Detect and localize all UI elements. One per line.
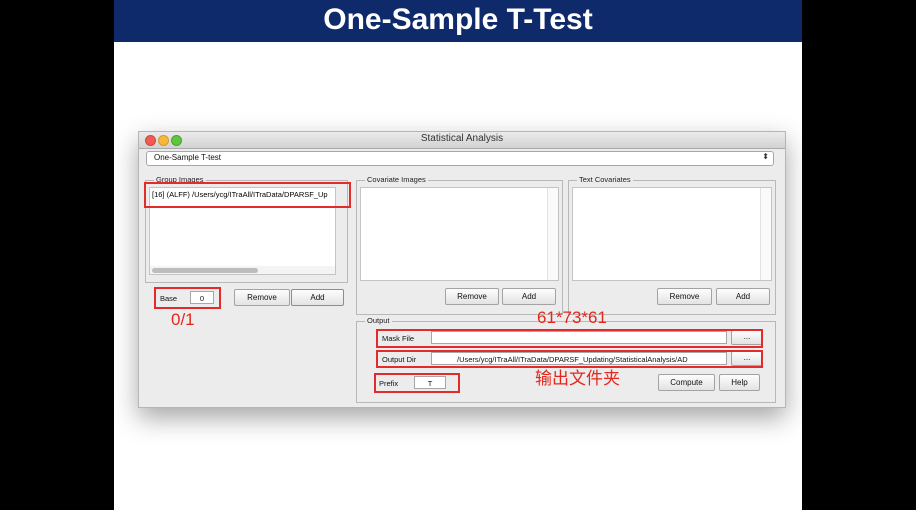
covariate-images-panel: Covariate Images Remove Add — [356, 175, 563, 315]
window-title: Statistical Analysis — [420, 133, 504, 144]
base-annotation: 0/1 — [171, 310, 195, 329]
compute-button[interactable]: Compute — [658, 374, 715, 391]
vertical-scrollbar[interactable] — [547, 188, 558, 280]
text-covariates-panel: Text Covariates Remove Add — [568, 175, 776, 315]
analysis-type-value: One-Sample T-test — [154, 153, 221, 162]
slide: One-Sample T-Test Statistical Analysis O… — [114, 0, 802, 510]
text-covariate-add-button[interactable]: Add — [716, 288, 770, 305]
covariate-add-button[interactable]: Add — [502, 288, 556, 305]
horizontal-scrollbar[interactable] — [150, 266, 335, 274]
prefix-highlight — [374, 373, 460, 393]
mask-annotation: 61*73*61 — [537, 308, 607, 327]
group-images-highlight — [144, 182, 351, 208]
group-add-button[interactable]: Add — [291, 289, 344, 306]
analysis-type-select[interactable]: One-Sample T-test ⬍ — [146, 151, 774, 166]
scrollbar-thumb[interactable] — [152, 268, 258, 273]
window-titlebar: Statistical Analysis — [139, 132, 785, 149]
text-covariates-list[interactable] — [572, 187, 772, 281]
text-covariates-label: Text Covariates — [577, 175, 633, 184]
help-button[interactable]: Help — [719, 374, 760, 391]
text-covariate-remove-button[interactable]: Remove — [657, 288, 712, 305]
vertical-scrollbar[interactable] — [760, 188, 771, 280]
covariate-images-label: Covariate Images — [365, 175, 428, 184]
output-annotation: 输出文件夹 — [535, 369, 620, 388]
covariate-images-list[interactable] — [360, 187, 559, 281]
group-remove-button[interactable]: Remove — [234, 289, 290, 306]
mask-file-highlight — [376, 329, 763, 348]
slide-title: One-Sample T-Test — [114, 0, 802, 42]
updown-arrows-icon: ⬍ — [762, 152, 769, 161]
base-highlight — [154, 287, 221, 309]
output-label: Output — [365, 316, 392, 325]
covariate-remove-button[interactable]: Remove — [445, 288, 499, 305]
